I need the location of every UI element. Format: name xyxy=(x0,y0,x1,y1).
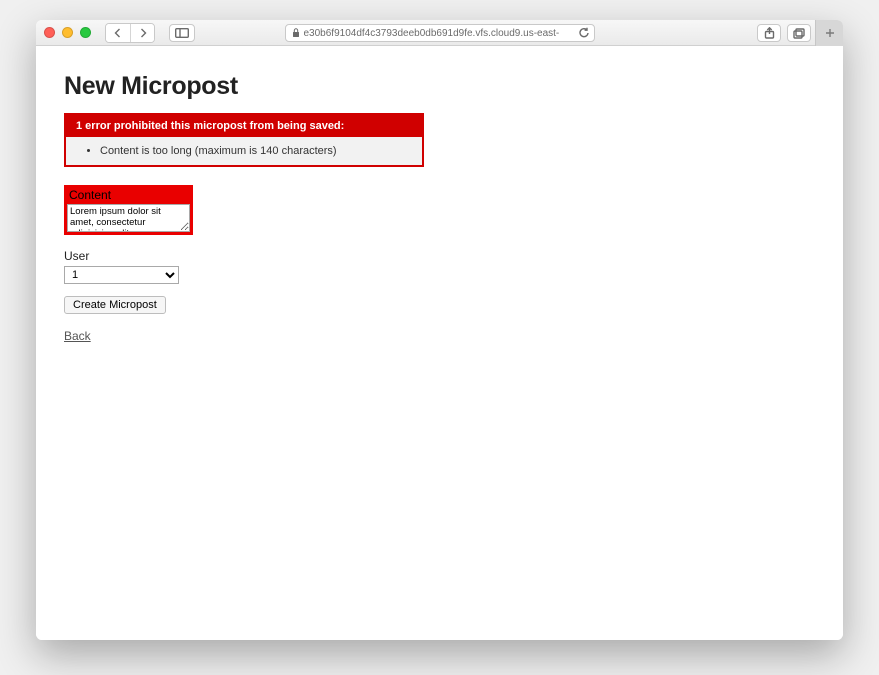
browser-window: e30b6f9104df4c3793deeb0db691d9fe.vfs.clo… xyxy=(36,20,843,640)
create-micropost-button[interactable]: Create Micropost xyxy=(64,296,166,314)
zoom-window-button[interactable] xyxy=(80,27,91,38)
error-message: Content is too long (maximum is 140 char… xyxy=(100,143,412,159)
close-window-button[interactable] xyxy=(44,27,55,38)
chevron-left-icon xyxy=(114,28,122,38)
title-bar: e30b6f9104df4c3793deeb0db691d9fe.vfs.clo… xyxy=(36,20,843,46)
share-icon xyxy=(764,27,775,39)
error-heading: 1 error prohibited this micropost from b… xyxy=(66,115,422,137)
back-button[interactable] xyxy=(106,24,130,42)
sidebar-icon xyxy=(175,28,189,38)
page-title: New Micropost xyxy=(64,72,815,101)
content-label: Content xyxy=(67,188,190,204)
share-button[interactable] xyxy=(757,24,781,42)
minimize-window-button[interactable] xyxy=(62,27,73,38)
address-text: e30b6f9104df4c3793deeb0db691d9fe.vfs.clo… xyxy=(304,28,576,39)
address-bar[interactable]: e30b6f9104df4c3793deeb0db691d9fe.vfs.clo… xyxy=(285,24,595,42)
tabs-icon xyxy=(793,28,805,39)
new-tab-button[interactable] xyxy=(815,20,843,46)
window-controls xyxy=(44,27,91,38)
page-viewport: New Micropost 1 error prohibited this mi… xyxy=(36,46,843,640)
toolbar-right xyxy=(757,24,811,42)
user-label: User xyxy=(64,249,815,263)
chevron-right-icon xyxy=(139,28,147,38)
user-select[interactable]: 1 xyxy=(64,266,179,284)
error-body: Content is too long (maximum is 140 char… xyxy=(66,137,422,165)
sidebar-toggle-button[interactable] xyxy=(169,24,195,42)
content-textarea[interactable]: Lorem ipsum dolor sit amet, consectetur … xyxy=(67,204,190,232)
forward-button[interactable] xyxy=(130,24,154,42)
back-link[interactable]: Back xyxy=(64,329,91,343)
lock-icon xyxy=(292,28,300,38)
nav-buttons xyxy=(105,23,155,43)
plus-icon xyxy=(825,28,835,38)
content-field-with-errors: Content Lorem ipsum dolor sit amet, cons… xyxy=(64,185,193,235)
reload-icon[interactable] xyxy=(578,27,590,39)
error-explanation: 1 error prohibited this micropost from b… xyxy=(64,113,424,167)
tabs-button[interactable] xyxy=(787,24,811,42)
user-field: User 1 xyxy=(64,249,815,284)
